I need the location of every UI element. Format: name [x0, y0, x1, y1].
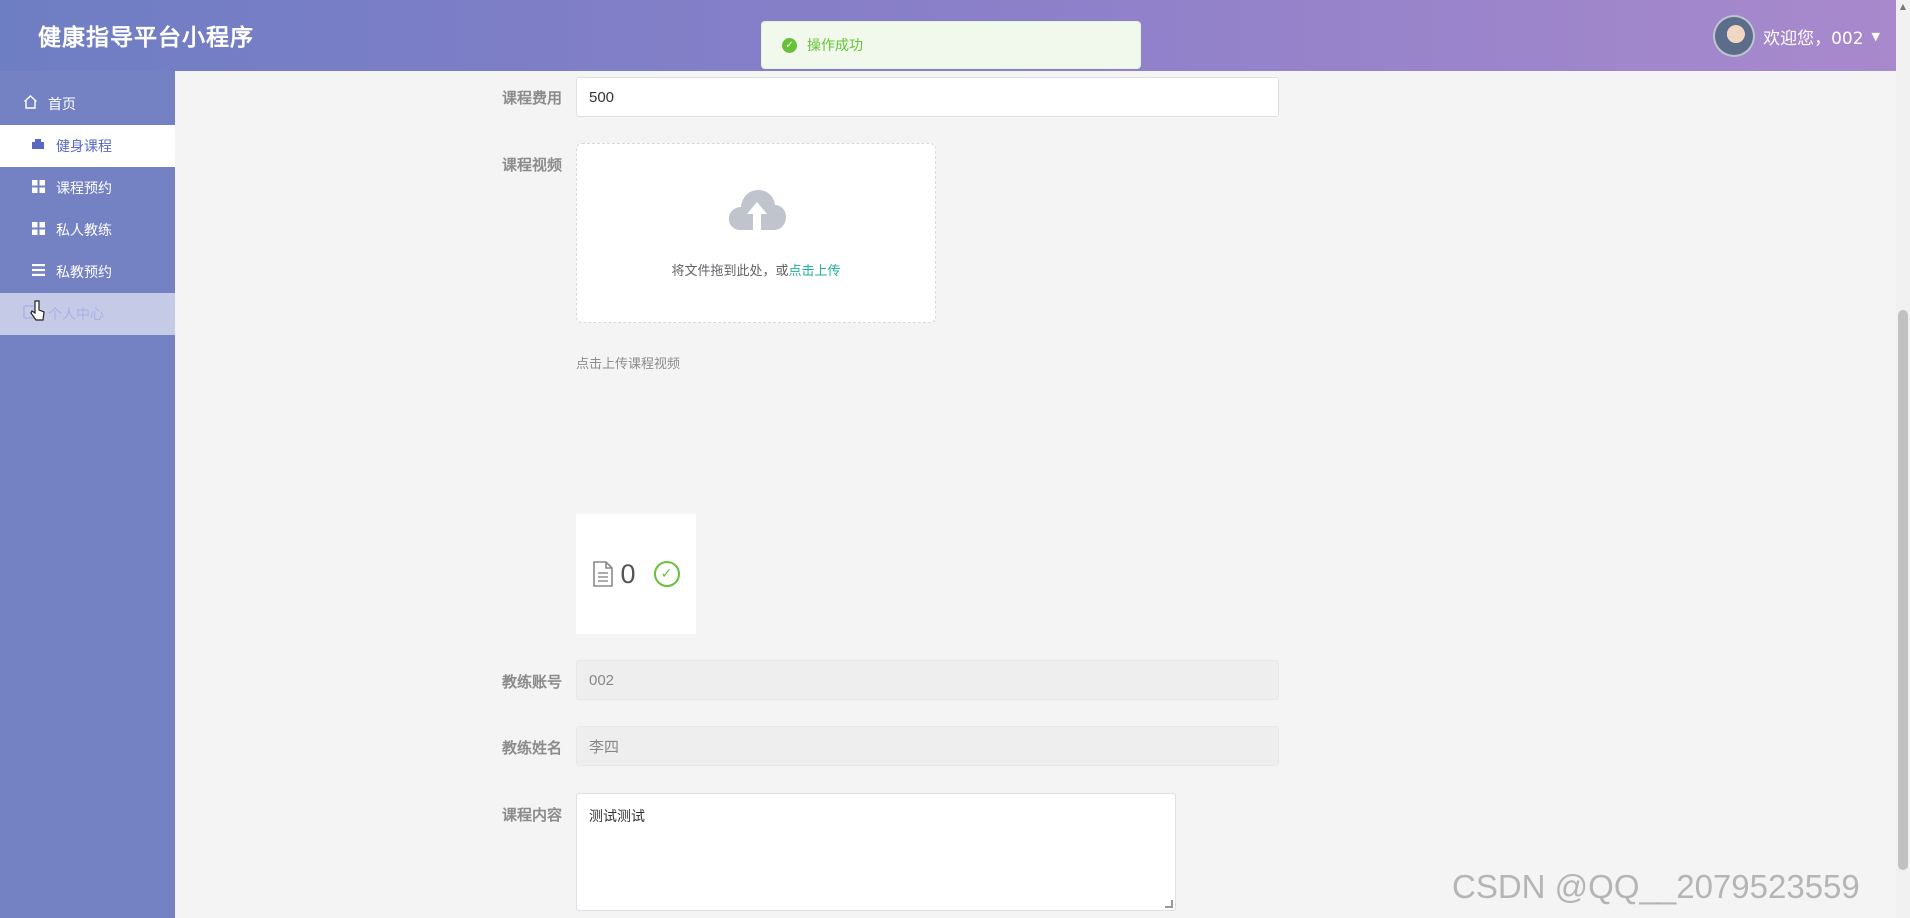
scroll-thumb[interactable] — [1898, 310, 1908, 870]
grid-icon — [28, 179, 48, 197]
upload-drag-text: 将文件拖到此处，或 — [671, 264, 789, 279]
success-toast: ✓ 操作成功 — [761, 21, 1141, 69]
home-icon — [20, 95, 40, 113]
sidebar-item-course-booking[interactable]: 课程预约 — [0, 167, 175, 209]
success-check-icon: ✓ — [782, 37, 797, 53]
sidebar-item-fitness-course[interactable]: 健身课程 — [0, 125, 175, 167]
watermark: CSDN @QQ__2079523559 — [1452, 868, 1860, 905]
fee-label: 课程费用 — [502, 89, 563, 107]
resize-handle[interactable] — [1165, 900, 1173, 908]
sidebar-item-label: 个人中心 — [48, 307, 104, 323]
sidebar-item-label: 健身课程 — [56, 139, 112, 155]
uploaded-file-name: 0 — [620, 558, 636, 589]
sidebar-item-home[interactable]: 首页 — [0, 83, 175, 125]
sidebar-item-label: 首页 — [48, 97, 76, 113]
coach-name-input: 李四 — [576, 726, 1279, 766]
upload-click-link[interactable]: 点击上传 — [789, 264, 841, 279]
coach-account-label: 教练账号 — [502, 673, 563, 691]
app-title: 健康指导平台小程序 — [38, 25, 254, 51]
course-icon — [28, 138, 48, 154]
user-menu[interactable]: 欢迎您，002 ▼ — [1713, 14, 1880, 58]
fee-input[interactable]: 500 — [576, 77, 1279, 117]
upload-instruction: 将文件拖到此处，或点击上传 — [577, 260, 935, 279]
sidebar-item-label: 私教预约 — [56, 265, 112, 281]
grid-icon — [28, 221, 48, 239]
video-label: 课程视频 — [502, 156, 563, 174]
document-icon — [593, 561, 614, 587]
scroll-up-arrow-icon[interactable]: ▲ — [1898, 2, 1908, 12]
avatar[interactable] — [1713, 15, 1756, 57]
sidebar-item-trainer-booking[interactable]: 私教预约 — [0, 251, 175, 293]
sidebar: 首页 健身课程 课程预约 私人教练 私教预约 个人中心 — [0, 71, 175, 918]
cloud-upload-icon — [728, 190, 786, 230]
coach-name-label: 教练姓名 — [502, 739, 563, 757]
list-icon — [28, 264, 48, 280]
welcome-text: 欢迎您，002 — [1763, 28, 1864, 49]
mouse-cursor-icon — [30, 300, 46, 327]
uploaded-file-card[interactable]: 0 ✓ — [576, 514, 696, 634]
content-label: 课程内容 — [502, 806, 563, 824]
sidebar-item-label: 课程预约 — [56, 181, 112, 197]
sidebar-item-personal-trainer[interactable]: 私人教练 — [0, 209, 175, 251]
coach-account-input: 002 — [576, 660, 1279, 700]
page-scrollbar[interactable]: ▲ — [1896, 0, 1910, 918]
sidebar-item-label: 私人教练 — [56, 223, 112, 239]
upload-tip: 点击上传课程视频 — [576, 357, 681, 372]
toast-message: 操作成功 — [807, 38, 863, 54]
content-text: 测试测试 — [589, 809, 645, 825]
sidebar-item-personal-center[interactable]: 个人中心 — [0, 293, 175, 335]
upload-success-icon: ✓ — [653, 561, 680, 587]
content-textarea[interactable]: 测试测试 — [576, 793, 1176, 911]
video-upload-dropzone[interactable]: 将文件拖到此处，或点击上传 — [576, 143, 936, 323]
chevron-down-icon[interactable]: ▼ — [1872, 30, 1880, 43]
